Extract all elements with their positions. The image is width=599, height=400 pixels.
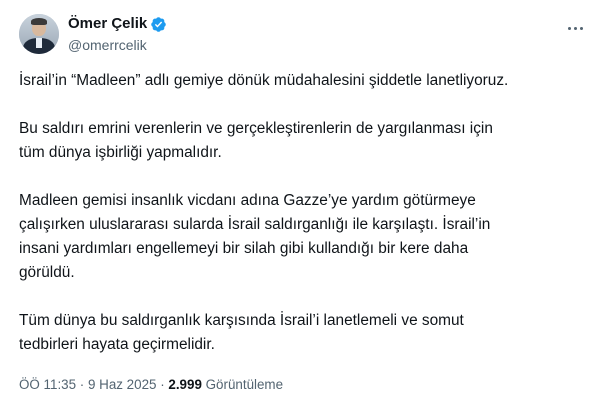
tweet-paragraph: Bu saldırı emrini verenlerin ve gerçekle… (19, 120, 493, 161)
author-name[interactable]: Ömer Çelik (68, 15, 147, 33)
more-dot (573, 26, 577, 30)
more-dot (567, 26, 571, 30)
tweet-meta: ÖÖ 11:35 · 9 Haz 2025 · 2.999 Görüntülem… (19, 376, 283, 394)
views-count: 2.999 (168, 377, 202, 392)
author-handle[interactable]: @omerrcelik (68, 36, 147, 54)
tweet-time[interactable]: ÖÖ 11:35 (19, 377, 76, 392)
tweet-paragraph: Tüm dünya bu saldırganlık karşısında İsr… (19, 312, 464, 353)
tweet-card: Ömer Çelik @omerrcelik İsrail’in “Madlee… (0, 0, 599, 400)
avatar-hair (31, 18, 47, 25)
author-name-row: Ömer Çelik (68, 15, 167, 33)
verified-badge-icon (151, 16, 166, 32)
tweet-date[interactable]: 9 Haz 2025 (88, 377, 157, 392)
tweet-paragraph: İsrail’in “Madleen” adlı gemiye dönük mü… (19, 72, 509, 89)
meta-separator: · (156, 377, 169, 392)
tweet-paragraph: Madleen gemisi insanlık vicdanı adına Ga… (19, 192, 491, 281)
more-horizontal-icon[interactable] (565, 20, 585, 36)
views-label: Görüntüleme (201, 377, 284, 392)
avatar-shirt (36, 38, 42, 48)
more-dot (579, 26, 583, 30)
tweet-text: İsrail’in “Madleen” adlı gemiye dönük mü… (19, 69, 589, 381)
avatar[interactable] (19, 14, 59, 54)
meta-separator: · (76, 377, 88, 392)
